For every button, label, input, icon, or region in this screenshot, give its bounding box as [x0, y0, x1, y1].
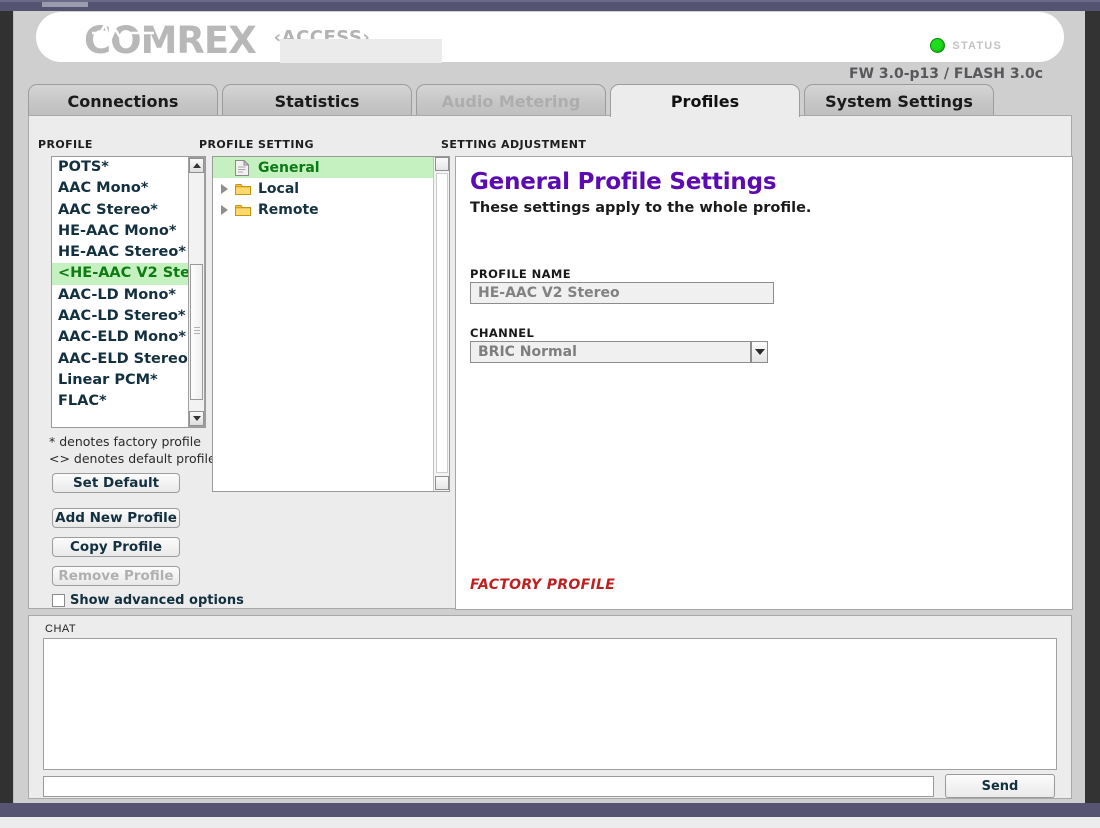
tree-scrollbar[interactable]: [433, 157, 449, 491]
chat-input[interactable]: [43, 776, 934, 797]
profile-list-item-selected[interactable]: <HE-AAC V2 Stereo>*: [52, 263, 205, 285]
tab-statistics-label: Statistics: [274, 91, 360, 111]
tree-scroll-down-button[interactable]: [435, 476, 449, 490]
profile-list-scrollbar[interactable]: [188, 157, 205, 427]
application-window: COMREX ‹ACCESS› STATUS FW 3.0-p13 / FLAS…: [0, 0, 1100, 828]
profile-list-item[interactable]: AAC Mono*: [52, 178, 205, 199]
tab-connections-label: Connections: [67, 91, 179, 111]
chevron-up-icon: [192, 163, 201, 168]
tab-system-settings[interactable]: System Settings: [804, 84, 994, 117]
profile-list-item[interactable]: HE-AAC Mono*: [52, 221, 205, 242]
legend-factory: * denotes factory profile: [49, 434, 201, 449]
tab-profiles[interactable]: Profiles: [610, 84, 800, 117]
folder-icon: [235, 182, 255, 196]
titlebar-nub: [42, 2, 88, 7]
profile-list-item[interactable]: HE-AAC Stereo*: [52, 242, 205, 263]
scroll-down-button[interactable]: [189, 411, 204, 426]
tab-connections[interactable]: Connections: [28, 84, 218, 117]
settings-subtitle: These settings apply to the whole profil…: [470, 200, 812, 216]
chevron-down-icon: [192, 416, 201, 421]
remove-profile-button: Remove Profile: [52, 566, 180, 586]
channel-select-value[interactable]: BRIC Normal: [470, 341, 751, 363]
expand-triangle-local[interactable]: [221, 183, 235, 194]
tab-bar: Connections Statistics Audio Metering Pr…: [28, 84, 1073, 117]
tab-profiles-label: Profiles: [670, 91, 740, 111]
profile-setting-tree[interactable]: General Local Remote: [212, 156, 450, 492]
setting-adjustment-panel: General Profile Settings These settings …: [455, 156, 1073, 610]
profile-list[interactable]: POTS* AAC Mono* AAC Stereo* HE-AAC Mono*…: [51, 156, 206, 428]
tab-system-settings-label: System Settings: [825, 91, 973, 111]
legend-default: <> denotes default profile: [49, 451, 216, 466]
tree-scrollbar-track[interactable]: [436, 173, 448, 473]
tab-statistics[interactable]: Statistics: [222, 84, 412, 117]
scrollbar-thumb[interactable]: [190, 264, 203, 400]
profile-list-item[interactable]: AAC-ELD Mono*: [52, 327, 205, 348]
tree-item-remote-label: Remote: [258, 201, 319, 218]
expand-triangle-remote[interactable]: [221, 204, 235, 215]
tree-item-local[interactable]: Local: [213, 178, 449, 199]
comrex-wordmark: COMREX: [84, 19, 257, 62]
add-new-profile-label: Add New Profile: [55, 510, 177, 526]
channel-select[interactable]: BRIC Normal: [470, 341, 768, 363]
chevron-down-icon: [754, 349, 765, 355]
chevron-right-icon: [221, 204, 228, 215]
set-default-button[interactable]: Set Default: [52, 473, 180, 493]
profile-column-header: PROFILE: [38, 138, 93, 151]
tree-item-remote[interactable]: Remote: [213, 199, 449, 220]
settings-title: General Profile Settings: [470, 169, 777, 195]
profile-setting-column-header: PROFILE SETTING: [199, 138, 314, 151]
profile-name-input[interactable]: [470, 282, 774, 304]
status-label: STATUS: [952, 39, 1002, 52]
chat-log[interactable]: [43, 638, 1057, 770]
channel-select-toggle[interactable]: [751, 341, 768, 363]
chat-label: CHAT: [45, 623, 77, 635]
scrollbar-grip-icon: [194, 327, 200, 336]
status-led-icon: [930, 38, 946, 53]
show-advanced-options-checkbox[interactable]: [52, 594, 65, 607]
tree-item-general-label: General: [258, 159, 320, 176]
show-advanced-options-row[interactable]: Show advanced options: [52, 593, 244, 608]
window-frame-right: [1084, 11, 1100, 803]
remove-profile-label: Remove Profile: [58, 568, 174, 584]
profile-list-item[interactable]: AAC Stereo*: [52, 200, 205, 221]
firmware-version: FW 3.0-p13 / FLASH 3.0c: [849, 66, 1043, 82]
profile-list-item[interactable]: POTS*: [52, 157, 205, 178]
send-button[interactable]: Send: [945, 774, 1055, 798]
add-new-profile-button[interactable]: Add New Profile: [52, 508, 180, 528]
tree-item-local-label: Local: [258, 180, 300, 197]
tab-audio-metering-label: Audio Metering: [441, 91, 581, 111]
tree-item-general[interactable]: General: [213, 157, 449, 178]
profile-list-item[interactable]: FLAC*: [52, 391, 205, 412]
profile-name-label: PROFILE NAME: [470, 267, 572, 281]
profile-list-item[interactable]: AAC-LD Stereo*: [52, 306, 205, 327]
window-bottom-strip: [0, 803, 1100, 817]
status-indicator: STATUS: [930, 38, 1002, 53]
channel-label: CHANNEL: [470, 326, 535, 340]
window-body: COMREX ‹ACCESS› STATUS FW 3.0-p13 / FLAS…: [13, 11, 1085, 803]
folder-icon: [235, 203, 255, 217]
copy-profile-button[interactable]: Copy Profile: [52, 537, 180, 557]
send-button-label: Send: [981, 778, 1019, 794]
profile-list-item[interactable]: Linear PCM*: [52, 370, 205, 391]
access-underbar: [280, 39, 442, 63]
scroll-up-button[interactable]: [189, 158, 204, 173]
tree-scroll-up-button[interactable]: [435, 157, 449, 171]
profile-list-item[interactable]: AAC-LD Mono*: [52, 285, 205, 306]
profile-list-item[interactable]: AAC-ELD Stereo*: [52, 349, 205, 370]
window-frame-left: [0, 11, 13, 803]
copy-profile-label: Copy Profile: [70, 539, 162, 555]
factory-profile-note: FACTORY PROFILE: [470, 577, 616, 593]
show-advanced-options-label: Show advanced options: [70, 593, 244, 608]
set-default-label: Set Default: [72, 475, 160, 491]
setting-adjustment-column-header: SETTING ADJUSTMENT: [441, 138, 587, 151]
document-icon: [235, 159, 255, 176]
app-header: COMREX ‹ACCESS› STATUS: [36, 12, 1064, 63]
chevron-right-icon: [221, 183, 228, 194]
tab-audio-metering: Audio Metering: [416, 84, 606, 117]
chat-panel: CHAT Send: [28, 615, 1072, 799]
